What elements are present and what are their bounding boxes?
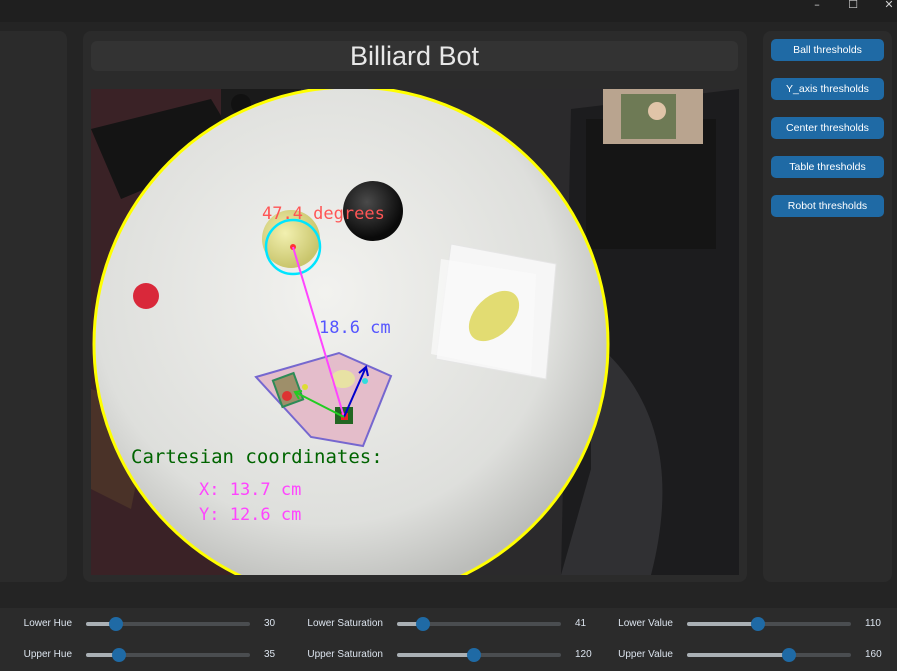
lower-value-label: Lower Value <box>618 618 673 629</box>
slider-handle[interactable] <box>467 648 482 662</box>
coordinates-title: Cartesian coordinates: <box>131 446 383 468</box>
lower-value-slider[interactable] <box>687 617 851 631</box>
upper-saturation-slider[interactable] <box>397 648 561 662</box>
close-icon[interactable]: ✕ <box>878 0 897 14</box>
upper-hue-value: 35 <box>264 649 276 660</box>
x-coordinate: X: 13.7 cm <box>199 480 301 500</box>
ball-thresholds-button[interactable]: Ball thresholds <box>771 39 884 61</box>
right-sidebar-panel <box>763 31 892 582</box>
lower-saturation-slider[interactable] <box>397 617 561 631</box>
left-sidebar-panel <box>0 31 67 582</box>
y-axis-thresholds-button[interactable]: Y_axis thresholds <box>771 78 884 100</box>
minimize-icon[interactable]: – <box>806 0 828 14</box>
slider-handle[interactable] <box>781 648 796 662</box>
slider-panel <box>0 608 897 671</box>
slider-handle[interactable] <box>111 648 126 662</box>
lower-hue-label: Lower Hue <box>23 618 72 629</box>
camera-feed: 47.4 degrees 18.6 cm Cartesian coordinat… <box>91 89 739 575</box>
lower-hue-value: 30 <box>264 618 276 629</box>
slider-fill <box>397 653 475 657</box>
upper-hue-label: Upper Hue <box>23 649 72 660</box>
maximize-icon[interactable]: ☐ <box>842 0 864 14</box>
table-thresholds-button[interactable]: Table thresholds <box>771 156 884 178</box>
robot-thresholds-button[interactable]: Robot thresholds <box>771 195 884 217</box>
page-title: Billiard Bot <box>91 41 738 71</box>
upper-value-label: Upper Value <box>618 649 673 660</box>
center-thresholds-button[interactable]: Center thresholds <box>771 117 884 139</box>
distance-annotation: 18.6 cm <box>319 318 391 338</box>
lower-hue-slider[interactable] <box>86 617 250 631</box>
lower-value-value: 110 <box>865 618 881 629</box>
slider-handle[interactable] <box>750 617 765 631</box>
slider-handle[interactable] <box>108 617 123 631</box>
angle-annotation: 47.4 degrees <box>262 204 385 224</box>
upper-saturation-label: Upper Saturation <box>307 649 383 660</box>
upper-hue-slider[interactable] <box>86 648 250 662</box>
lower-saturation-value: 41 <box>575 618 587 629</box>
y-coordinate: Y: 12.6 cm <box>199 505 301 525</box>
camera-image: 47.4 degrees 18.6 cm Cartesian coordinat… <box>91 89 739 575</box>
slider-fill <box>687 653 789 657</box>
window-titlebar: – ☐ ✕ <box>0 0 897 22</box>
slider-fill <box>687 622 758 626</box>
lower-saturation-label: Lower Saturation <box>307 618 383 629</box>
upper-value-slider[interactable] <box>687 648 851 662</box>
upper-value-value: 160 <box>865 649 882 660</box>
